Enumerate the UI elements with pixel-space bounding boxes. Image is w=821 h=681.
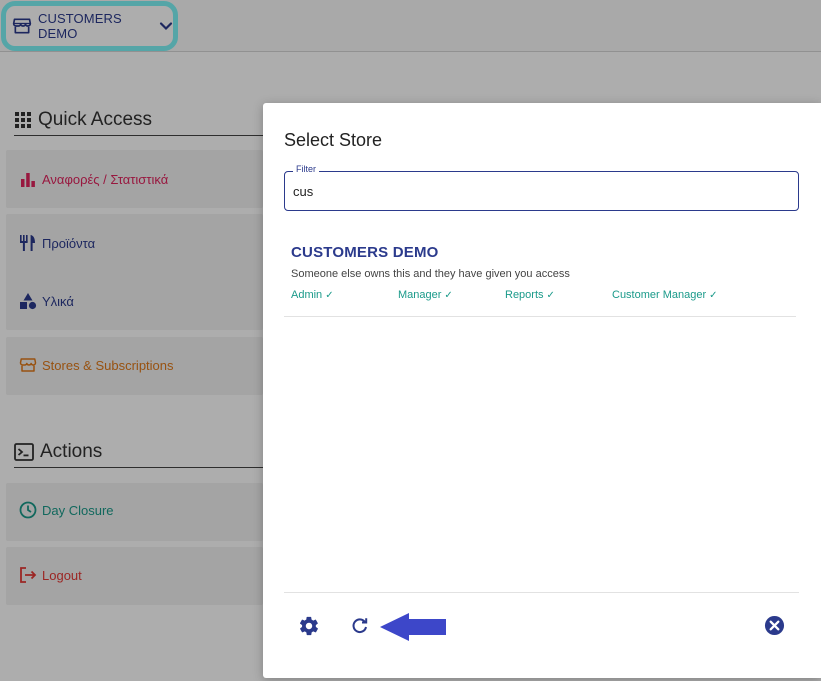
role-badge-reports: Reports ✓: [505, 289, 555, 301]
role-badge-customer-manager: Customer Manager ✓: [612, 289, 718, 301]
store-result-name: CUSTOMERS DEMO: [291, 244, 439, 261]
role-badge-manager: Manager ✓: [398, 289, 453, 301]
filter-field[interactable]: Filter: [284, 164, 799, 211]
role-label: Admin: [291, 289, 323, 301]
check-icon: ✓: [546, 289, 555, 301]
role-label: Reports: [505, 289, 544, 301]
refresh-button[interactable]: [349, 615, 371, 637]
role-label: Customer Manager: [612, 289, 707, 301]
store-result-row[interactable]: CUSTOMERS DEMO Someone else owns this an…: [284, 235, 796, 317]
close-dialog-button[interactable]: [763, 614, 785, 636]
role-badge-admin: Admin ✓: [291, 289, 334, 301]
arrow-left-icon: [379, 612, 447, 647]
select-store-dialog: Select Store Filter CUSTOMERS DEMO Someo…: [263, 103, 821, 678]
dialog-title: Select Store: [284, 130, 383, 150]
close-circle-icon: [764, 615, 785, 636]
store-result-description: Someone else owns this and they have giv…: [291, 268, 570, 280]
check-icon: ✓: [325, 289, 334, 301]
refresh-icon: [350, 616, 370, 636]
check-icon: ✓: [709, 289, 718, 301]
filter-label: Filter: [293, 164, 319, 174]
filter-input[interactable]: [293, 184, 783, 199]
dialog-footer-divider: [284, 592, 799, 593]
gear-icon: [298, 615, 320, 637]
role-label: Manager: [398, 289, 442, 301]
settings-button[interactable]: [298, 614, 320, 638]
check-icon: ✓: [444, 289, 453, 301]
